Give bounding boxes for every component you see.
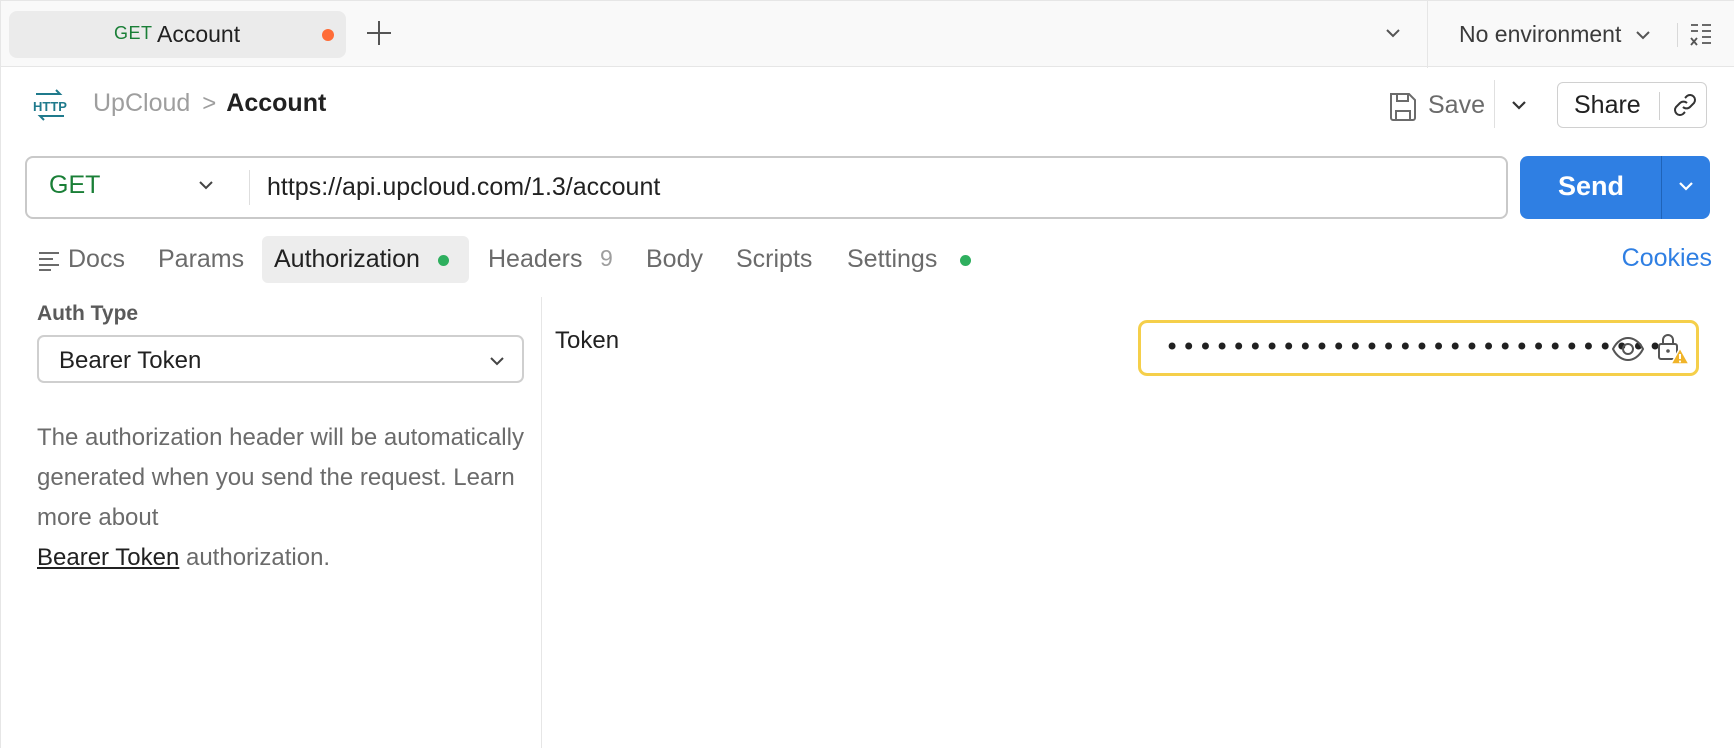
tab-docs-label: Docs xyxy=(68,245,125,273)
tab-headers-label: Headers xyxy=(488,245,583,273)
unsaved-changes-dot xyxy=(322,29,334,41)
send-options-chevron-down-icon[interactable] xyxy=(1674,174,1698,203)
env-divider xyxy=(1677,23,1678,47)
tabs-overflow-chevron-down-icon[interactable] xyxy=(1381,21,1405,45)
request-tab-account[interactable]: GET Account xyxy=(9,11,346,58)
token-input[interactable]: •••••••••••••••••••••••••••••• xyxy=(1138,320,1699,376)
auth-type-select[interactable]: Bearer Token xyxy=(37,335,524,383)
save-icon xyxy=(1388,90,1418,127)
tab-params-label: Params xyxy=(158,245,245,273)
save-button-label: Save xyxy=(1428,91,1485,119)
tab-headers[interactable]: Headers 9 xyxy=(488,236,618,283)
auth-type-value: Bearer Token xyxy=(59,347,202,374)
auth-description: The authorization header will be automat… xyxy=(37,418,527,578)
show-token-eye-icon[interactable] xyxy=(1611,336,1645,362)
tab-body-label: Body xyxy=(646,245,703,273)
auth-description-suffix: authorization. xyxy=(185,544,331,571)
tab-scripts-label: Scripts xyxy=(736,245,813,273)
new-tab-plus-icon[interactable] xyxy=(364,18,394,48)
save-divider xyxy=(1494,80,1495,128)
url-bar-divider xyxy=(249,170,250,205)
tab-method-label: GET xyxy=(114,23,153,43)
tab-body[interactable]: Body xyxy=(646,236,716,283)
headers-count-badge: 9 xyxy=(600,245,613,271)
environment-select-label: No environment xyxy=(1459,21,1622,47)
chevron-down-icon xyxy=(1633,25,1653,50)
url-bar: GET xyxy=(25,156,1508,219)
share-button[interactable]: Share xyxy=(1574,91,1641,120)
http-method-label: GET xyxy=(49,171,101,199)
tab-scripts[interactable]: Scripts xyxy=(736,236,826,283)
send-button-group: Send xyxy=(1520,156,1710,219)
auth-type-label: Auth Type xyxy=(37,302,139,325)
tab-params[interactable]: Params xyxy=(158,236,258,283)
save-button[interactable]: Save xyxy=(1380,86,1490,126)
send-button[interactable]: Send xyxy=(1558,171,1624,202)
tab-docs[interactable]: Docs xyxy=(36,236,146,283)
copy-link-icon[interactable] xyxy=(1671,91,1699,119)
tab-settings-label: Settings xyxy=(847,245,938,273)
request-url-input[interactable] xyxy=(267,168,1487,206)
tab-authorization-label: Authorization xyxy=(274,245,420,273)
bearer-token-docs-link[interactable]: Bearer Token xyxy=(37,544,179,571)
authorization-status-dot xyxy=(438,255,449,266)
tab-name-label: Account xyxy=(157,21,241,47)
environment-select[interactable]: No environment xyxy=(1441,15,1661,53)
send-divider xyxy=(1661,156,1662,219)
chevron-down-icon xyxy=(195,174,217,201)
left-border xyxy=(0,67,1,748)
breadcrumb-separator: > xyxy=(202,89,217,117)
docs-lines-icon xyxy=(38,249,60,278)
http-request-icon: HTTP xyxy=(32,88,68,122)
tab-authorization[interactable]: Authorization xyxy=(262,236,469,283)
tabbar-divider xyxy=(1427,1,1428,68)
share-button-group: Share xyxy=(1557,82,1707,128)
breadcrumb-collection[interactable]: UpCloud xyxy=(93,89,190,118)
share-divider xyxy=(1659,92,1660,120)
auth-pane-divider[interactable] xyxy=(541,297,542,748)
save-options-chevron-down-icon[interactable] xyxy=(1506,92,1532,118)
breadcrumb-request-name[interactable]: Account xyxy=(226,89,326,118)
chevron-down-icon xyxy=(487,351,507,376)
http-method-select[interactable]: GET xyxy=(27,158,249,217)
token-label: Token xyxy=(555,327,620,354)
settings-status-dot xyxy=(960,255,971,266)
breadcrumb: UpCloud > Account xyxy=(93,89,326,118)
tab-bar: GET Account No environment xyxy=(0,0,1734,68)
svg-text:HTTP: HTTP xyxy=(33,99,67,114)
environment-variables-icon[interactable] xyxy=(1689,21,1713,49)
request-tabs: Docs Params Authorization Headers 9 Body… xyxy=(30,236,1730,283)
cookies-link[interactable]: Cookies xyxy=(1622,244,1712,273)
auth-description-text: The authorization header will be automat… xyxy=(37,424,524,531)
token-masked-value: •••••••••••••••••••••••••••••• xyxy=(1165,333,1665,361)
lock-warning-icon[interactable] xyxy=(1656,331,1692,367)
tab-settings[interactable]: Settings xyxy=(847,236,977,283)
